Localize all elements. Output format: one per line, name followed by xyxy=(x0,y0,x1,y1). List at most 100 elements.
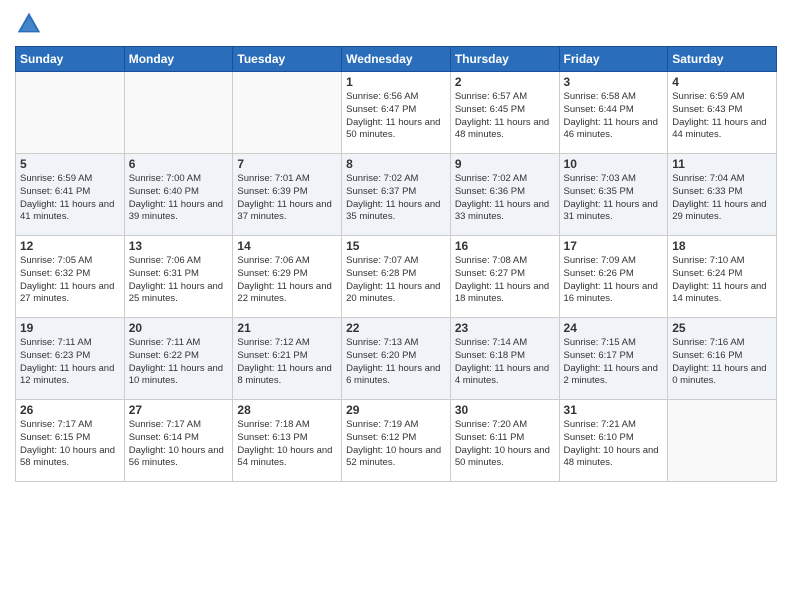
day-info: Sunrise: 7:06 AM Sunset: 6:29 PM Dayligh… xyxy=(237,255,337,306)
day-info: Sunrise: 7:09 AM Sunset: 6:26 PM Dayligh… xyxy=(564,255,664,306)
day-number: 13 xyxy=(129,239,229,253)
weekday-header-friday: Friday xyxy=(559,47,668,72)
day-cell: 20Sunrise: 7:11 AM Sunset: 6:22 PM Dayli… xyxy=(124,318,233,400)
day-info: Sunrise: 7:04 AM Sunset: 6:33 PM Dayligh… xyxy=(672,173,772,224)
weekday-header-thursday: Thursday xyxy=(450,47,559,72)
day-number: 2 xyxy=(455,75,555,89)
day-number: 23 xyxy=(455,321,555,335)
day-info: Sunrise: 7:02 AM Sunset: 6:36 PM Dayligh… xyxy=(455,173,555,224)
day-info: Sunrise: 7:20 AM Sunset: 6:11 PM Dayligh… xyxy=(455,419,555,470)
week-row-2: 5 Sunrise: 6:59 AM Sunset: 6:41 PM Daylig… xyxy=(16,154,777,236)
week-row-5: 26 Sunrise: 7:17 AM Sunset: 6:15 PM Dayli… xyxy=(16,400,777,482)
day-info: Sunrise: 7:21 AM Sunset: 6:10 PM Dayligh… xyxy=(564,419,664,470)
day-cell: 11 Sunrise: 7:04 AM Sunset: 6:33 PM Dayli… xyxy=(668,154,777,236)
day-number: 5 xyxy=(20,157,120,171)
day-info: Sunrise: 7:10 AM Sunset: 6:24 PM Dayligh… xyxy=(672,255,772,306)
day-cell: 19 Sunrise: 7:11 AM Sunset: 6:23 PM Dayli… xyxy=(16,318,125,400)
day-info: Sunrise: 7:06 AM Sunset: 6:31 PM Dayligh… xyxy=(129,255,229,306)
day-info: Sunrise: 7:03 AM Sunset: 6:35 PM Dayligh… xyxy=(564,173,664,224)
day-info: Sunrise: 6:57 AM Sunset: 6:45 PM Dayligh… xyxy=(455,91,555,142)
day-number: 29 xyxy=(346,403,446,417)
day-info: Sunrise: 7:16 AM Sunset: 6:16 PM Dayligh… xyxy=(672,337,772,388)
day-info: Sunrise: 6:59 AM Sunset: 6:41 PM Dayligh… xyxy=(20,173,120,224)
day-cell: 26 Sunrise: 7:17 AM Sunset: 6:15 PM Dayli… xyxy=(16,400,125,482)
day-cell: 9 Sunrise: 7:02 AM Sunset: 6:36 PM Daylig… xyxy=(450,154,559,236)
day-info: Sunrise: 6:59 AM Sunset: 6:43 PM Dayligh… xyxy=(672,91,772,142)
day-info: Sunrise: 7:15 AM Sunset: 6:17 PM Dayligh… xyxy=(564,337,664,388)
day-cell xyxy=(233,72,342,154)
day-info: Sunrise: 7:08 AM Sunset: 6:27 PM Dayligh… xyxy=(455,255,555,306)
day-number: 21 xyxy=(237,321,337,335)
logo-icon xyxy=(15,10,43,38)
day-cell: 5 Sunrise: 6:59 AM Sunset: 6:41 PM Daylig… xyxy=(16,154,125,236)
day-number: 19 xyxy=(20,321,120,335)
day-number: 3 xyxy=(564,75,664,89)
weekday-header-monday: Monday xyxy=(124,47,233,72)
day-number: 30 xyxy=(455,403,555,417)
day-number: 14 xyxy=(237,239,337,253)
calendar-table: SundayMondayTuesdayWednesdayThursdayFrid… xyxy=(15,46,777,482)
header xyxy=(15,10,777,38)
day-cell: 4 Sunrise: 6:59 AM Sunset: 6:43 PM Daylig… xyxy=(668,72,777,154)
day-cell: 28 Sunrise: 7:18 AM Sunset: 6:13 PM Dayli… xyxy=(233,400,342,482)
page: SundayMondayTuesdayWednesdayThursdayFrid… xyxy=(0,0,792,612)
day-cell: 8 Sunrise: 7:02 AM Sunset: 6:37 PM Daylig… xyxy=(342,154,451,236)
day-number: 1 xyxy=(346,75,446,89)
day-cell xyxy=(16,72,125,154)
day-number: 11 xyxy=(672,157,772,171)
day-cell: 15Sunrise: 7:07 AM Sunset: 6:28 PM Dayli… xyxy=(342,236,451,318)
day-cell: 16 Sunrise: 7:08 AM Sunset: 6:27 PM Dayli… xyxy=(450,236,559,318)
day-cell xyxy=(668,400,777,482)
day-info: Sunrise: 7:07 AM Sunset: 6:28 PM Dayligh… xyxy=(346,255,446,306)
day-number: 22 xyxy=(346,321,446,335)
day-info: Sunrise: 7:05 AM Sunset: 6:32 PM Dayligh… xyxy=(20,255,120,306)
weekday-header-row: SundayMondayTuesdayWednesdayThursdayFrid… xyxy=(16,47,777,72)
day-info: Sunrise: 7:17 AM Sunset: 6:15 PM Dayligh… xyxy=(20,419,120,470)
day-number: 9 xyxy=(455,157,555,171)
weekday-header-wednesday: Wednesday xyxy=(342,47,451,72)
day-number: 28 xyxy=(237,403,337,417)
day-number: 31 xyxy=(564,403,664,417)
day-cell: 31 Sunrise: 7:21 AM Sunset: 6:10 PM Dayli… xyxy=(559,400,668,482)
week-row-1: 1 Sunrise: 6:56 AM Sunset: 6:47 PM Daylig… xyxy=(16,72,777,154)
logo xyxy=(15,10,47,38)
day-cell: 13 Sunrise: 7:06 AM Sunset: 6:31 PM Dayli… xyxy=(124,236,233,318)
day-number: 12 xyxy=(20,239,120,253)
weekday-header-saturday: Saturday xyxy=(668,47,777,72)
day-info: Sunrise: 7:14 AM Sunset: 6:18 PM Dayligh… xyxy=(455,337,555,388)
day-info: Sunrise: 7:18 AM Sunset: 6:13 PM Dayligh… xyxy=(237,419,337,470)
day-cell: 27 Sunrise: 7:17 AM Sunset: 6:14 PM Dayli… xyxy=(124,400,233,482)
day-cell: 7Sunrise: 7:01 AM Sunset: 6:39 PM Daylig… xyxy=(233,154,342,236)
day-info: Sunrise: 7:02 AM Sunset: 6:37 PM Dayligh… xyxy=(346,173,446,224)
day-info: Sunrise: 6:58 AM Sunset: 6:44 PM Dayligh… xyxy=(564,91,664,142)
day-info: Sunrise: 7:00 AM Sunset: 6:40 PM Dayligh… xyxy=(129,173,229,224)
day-cell: 21 Sunrise: 7:12 AM Sunset: 6:21 PM Dayli… xyxy=(233,318,342,400)
day-number: 24 xyxy=(564,321,664,335)
day-number: 10 xyxy=(564,157,664,171)
day-number: 26 xyxy=(20,403,120,417)
day-number: 25 xyxy=(672,321,772,335)
day-info: Sunrise: 7:13 AM Sunset: 6:20 PM Dayligh… xyxy=(346,337,446,388)
week-row-3: 12 Sunrise: 7:05 AM Sunset: 6:32 PM Dayli… xyxy=(16,236,777,318)
day-number: 27 xyxy=(129,403,229,417)
day-number: 6 xyxy=(129,157,229,171)
day-cell: 10 Sunrise: 7:03 AM Sunset: 6:35 PM Dayli… xyxy=(559,154,668,236)
day-number: 4 xyxy=(672,75,772,89)
day-cell: 23 Sunrise: 7:14 AM Sunset: 6:18 PM Dayli… xyxy=(450,318,559,400)
day-number: 16 xyxy=(455,239,555,253)
day-cell: 3 Sunrise: 6:58 AM Sunset: 6:44 PM Daylig… xyxy=(559,72,668,154)
day-number: 18 xyxy=(672,239,772,253)
day-cell: 14 Sunrise: 7:06 AM Sunset: 6:29 PM Dayli… xyxy=(233,236,342,318)
day-info: Sunrise: 6:56 AM Sunset: 6:47 PM Dayligh… xyxy=(346,91,446,142)
day-info: Sunrise: 7:01 AM Sunset: 6:39 PM Dayligh… xyxy=(237,173,337,224)
day-cell: 6 Sunrise: 7:00 AM Sunset: 6:40 PM Daylig… xyxy=(124,154,233,236)
day-info: Sunrise: 7:17 AM Sunset: 6:14 PM Dayligh… xyxy=(129,419,229,470)
day-cell: 2 Sunrise: 6:57 AM Sunset: 6:45 PM Daylig… xyxy=(450,72,559,154)
day-info: Sunrise: 7:12 AM Sunset: 6:21 PM Dayligh… xyxy=(237,337,337,388)
week-row-4: 19 Sunrise: 7:11 AM Sunset: 6:23 PM Dayli… xyxy=(16,318,777,400)
day-info: Sunrise: 7:11 AM Sunset: 6:23 PM Dayligh… xyxy=(20,337,120,388)
day-number: 8 xyxy=(346,157,446,171)
day-number: 17 xyxy=(564,239,664,253)
day-info: Sunrise: 7:19 AM Sunset: 6:12 PM Dayligh… xyxy=(346,419,446,470)
day-cell: 24 Sunrise: 7:15 AM Sunset: 6:17 PM Dayli… xyxy=(559,318,668,400)
